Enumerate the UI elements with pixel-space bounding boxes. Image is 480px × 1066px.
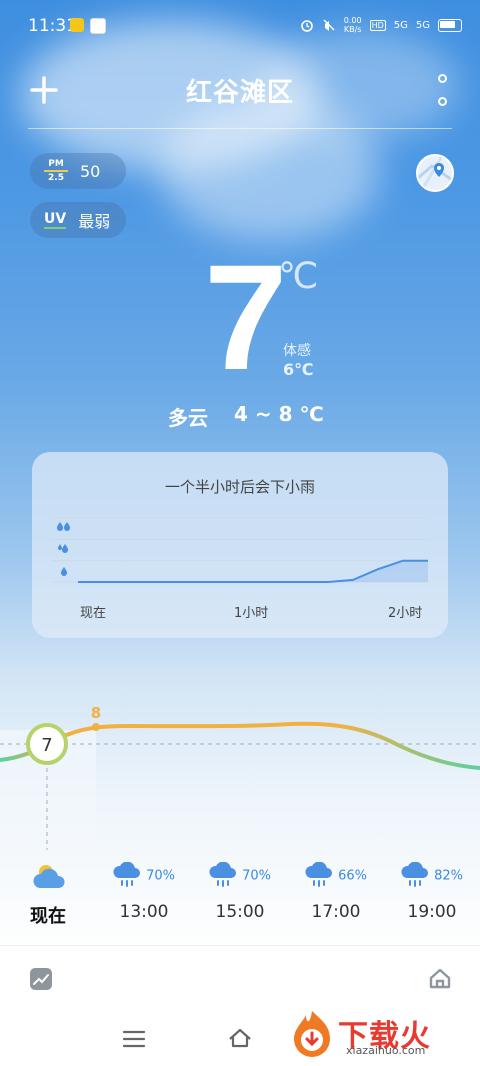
cloudy-sun-icon: [33, 865, 65, 888]
home-icon[interactable]: [428, 966, 452, 990]
hour-item-19[interactable]: 82%: [384, 861, 480, 888]
hour-label: 15:00: [215, 902, 265, 922]
hour-item-13[interactable]: 70%: [96, 861, 192, 888]
high-temp-dot: [92, 723, 100, 731]
signal-1: 5G: [393, 19, 408, 31]
net-speed-value: 0.00: [343, 16, 362, 25]
rain-axis-label-1h: 1小时: [234, 606, 269, 621]
temperature-unit: ℃: [278, 256, 319, 297]
uv-value: 最弱: [78, 212, 111, 231]
hour-item-now[interactable]: [0, 862, 96, 894]
status-bar: 11:31 0.00 KB/s HD 5G 5G: [0, 0, 480, 50]
rain-cloud-icon: [401, 861, 428, 887]
header-divider: [28, 128, 452, 129]
home-nav-icon[interactable]: [227, 1026, 253, 1050]
bottom-divider: [0, 945, 480, 946]
light-rain-drop-icon: [61, 567, 67, 576]
net-speed: 0.00 KB/s: [344, 16, 362, 34]
header: 红谷滩区: [0, 62, 480, 118]
notification-icons: [70, 18, 106, 34]
alarm-icon: [300, 20, 313, 32]
city-title[interactable]: 红谷滩区: [0, 72, 480, 109]
current-temperature: 7: [204, 233, 288, 401]
uv-pill[interactable]: UV 最弱: [30, 202, 126, 238]
trend-chart-icon[interactable]: [30, 968, 52, 990]
rain-axis-label-now: 现在: [80, 606, 107, 621]
more-vertical-icon[interactable]: [434, 74, 450, 106]
weather-condition: 多云: [168, 406, 208, 430]
rain-cloud-icon: [305, 861, 332, 887]
heavy-rain-drop-icon: [64, 522, 70, 531]
moderate-rain-drop-icon: [58, 544, 62, 550]
net-speed-unit: KB/s: [343, 25, 362, 34]
app-notification-icon: [70, 18, 84, 32]
high-temp-label: 8: [91, 704, 101, 722]
rain-probability: 82%: [434, 868, 463, 884]
rain-forecast-card[interactable]: 一个半小时后会下小雨 现在 1小时 2小时: [32, 452, 448, 638]
rain-cloud-icon: [209, 861, 236, 887]
hour-label: 19:00: [407, 902, 457, 922]
menu-icon[interactable]: [122, 1028, 146, 1050]
hour-label: 13:00: [119, 902, 169, 922]
hour-item-15[interactable]: 70%: [192, 861, 288, 888]
feels-like-label: 体感: [283, 343, 311, 359]
uv-icon: UV: [44, 210, 67, 229]
feels-like-value: 6℃: [283, 360, 314, 379]
now-temp-label: 7: [41, 735, 52, 756]
watermark: 下载火 xiazaihuo.com: [286, 1002, 472, 1064]
rain-level-icons: [57, 522, 70, 576]
pm25-value: 50: [80, 161, 101, 181]
rain-probability: 70%: [146, 868, 175, 884]
temperature-range: 4 ~ 8 ℃: [234, 402, 324, 426]
app-notification-icon: [90, 18, 106, 34]
hour-label-now: 现在: [30, 906, 66, 927]
pm25-label-bottom: 2.5: [48, 173, 64, 183]
pm25-icon: PM 2.5: [44, 159, 68, 183]
pm25-label-top: PM: [48, 159, 64, 169]
battery-icon: [438, 18, 462, 32]
condition-row: 多云 4 ~ 8 ℃: [168, 402, 324, 431]
hour-item-17[interactable]: 66%: [288, 861, 384, 888]
rain-cloud-icon: [113, 861, 140, 887]
rain-axis-label-2h: 2小时: [388, 606, 423, 621]
signal-2: 5G: [415, 19, 430, 31]
map-location-icon[interactable]: [416, 154, 454, 192]
brand-logo-icon: [294, 1011, 330, 1057]
status-indicators: 0.00 KB/s HD 5G 5G: [300, 16, 462, 34]
hourly-temperature-curve: 8 7: [0, 704, 480, 860]
rain-probability: 66%: [338, 868, 367, 884]
heavy-rain-drop-icon: [57, 522, 63, 531]
hour-label: 17:00: [311, 902, 361, 922]
brand-url: xiazaihuo.com: [346, 1044, 426, 1057]
mute-icon: [323, 19, 335, 31]
pm25-pill[interactable]: PM 2.5 50: [30, 153, 126, 189]
hd-badge: HD: [369, 19, 386, 31]
rain-probability: 70%: [242, 868, 271, 884]
moderate-rain-drop-icon: [62, 544, 68, 553]
